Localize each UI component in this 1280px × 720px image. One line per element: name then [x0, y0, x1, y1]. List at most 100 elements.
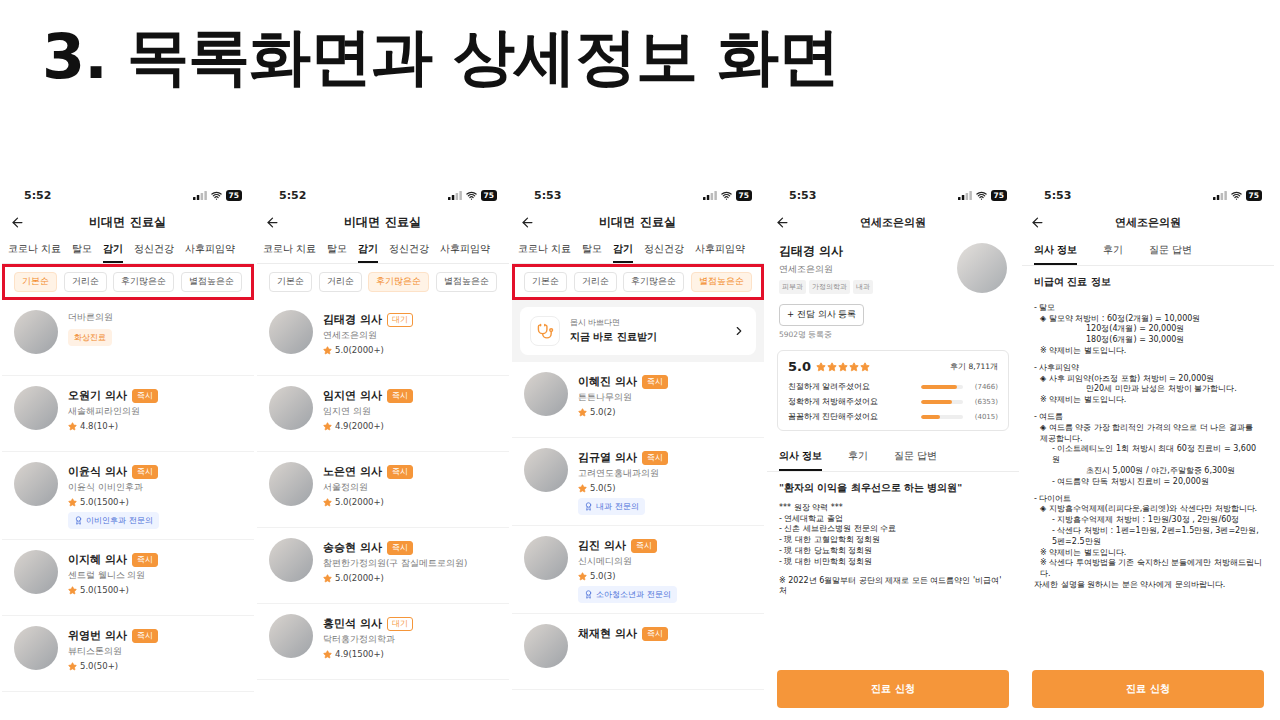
sort-bar: 기본순 거리순 후기많은순 별점높은순 [2, 264, 254, 300]
category-tab[interactable]: 감기 [358, 237, 378, 263]
doctor-item[interactable]: 홍민석 의사대기닥터홍가정의학과4.9(1500+) [257, 604, 509, 680]
hospital-name: 튼튼나무의원 [578, 392, 668, 404]
quick-visit-banner[interactable]: 몹시 바쁘다면지금 바로 진료받기 [520, 307, 756, 355]
back-arrow-icon[interactable] [1030, 215, 1045, 230]
detail-tab[interactable]: 후기 [848, 443, 868, 471]
phone-screen: 5:52 75 비대면 진료실코로나 치료 탈모 감기 정신건강 사후피임약기본순 거리순 후기… [2, 183, 254, 720]
specialty-chip: 내과 전문의 [578, 498, 645, 515]
category-tab[interactable]: 사후피임약 [185, 237, 235, 263]
sort-chip[interactable]: 기본순 [524, 272, 567, 292]
star-icon [323, 574, 332, 583]
category-tab[interactable]: 코로나 치료 [8, 237, 61, 263]
category-tab[interactable]: 탈모 [582, 237, 602, 263]
doctor-item[interactable]: 송승현 의사즉시참편한가정의원(구 잠실메트로의원)5.0(2000+) [257, 528, 509, 604]
register-doctor-button[interactable]: + 전담 의사 등록 [779, 304, 864, 326]
detail-tab[interactable]: 질문 답변 [894, 443, 937, 471]
category-tab[interactable]: 탈모 [72, 237, 92, 263]
sort-chip[interactable]: 별점높은순 [181, 272, 242, 292]
sort-chip[interactable]: 거리순 [64, 272, 107, 292]
apply-button[interactable]: 진료 신청 [1032, 670, 1264, 708]
signal-icon [448, 191, 462, 200]
info-line: ◈ 탈모약 처방비 : 60정(2개월) = 10,000원 [1034, 314, 1262, 325]
doctor-item[interactable]: 김규열 의사즉시고려연도홍내과의원5.0(5)내과 전문의 [512, 438, 764, 526]
doctor-item[interactable]: 이혜진 의사즉시튼튼나무의원5.0(2) [512, 362, 764, 438]
info-line: - 現 대한 비만학회 정회원 [779, 557, 1007, 568]
rating-bar-track [921, 385, 963, 389]
detail-tabs: 의사 정보 후기 질문 답변 [767, 443, 1019, 472]
sort-chip[interactable]: 별점높은순 [691, 272, 752, 292]
status-badge: 즉시 [642, 375, 668, 389]
doctor-photo [14, 310, 58, 354]
status-time: 5:52 [24, 189, 51, 202]
status-bar: 5:5375 [1022, 183, 1274, 207]
status-badge: 즉시 [387, 389, 413, 403]
sort-chip[interactable]: 거리순 [574, 272, 617, 292]
hospital-name: 뷰티스톤의원 [68, 646, 158, 658]
nav-title: 비대면 진료실 [280, 214, 485, 231]
doctor-name: 김진 의사 [578, 538, 626, 553]
category-tab[interactable]: 정신건강 [389, 237, 429, 263]
detail-tab[interactable]: 의사 정보 [1034, 237, 1077, 265]
category-tab[interactable]: 감기 [613, 237, 633, 263]
detail-tab[interactable]: 질문 답변 [1149, 237, 1192, 265]
banner-caption: 몹시 바쁘다면 [570, 318, 722, 328]
doctor-name: 이지혜 의사 [68, 552, 127, 567]
signal-icon [193, 191, 207, 200]
sort-chip[interactable]: 후기많은순 [113, 272, 174, 292]
doctor-item[interactable]: 이윤식 의사즉시이윤식 이비인후과5.0(1500+)이비인후과 전문의 [2, 452, 254, 540]
category-tab[interactable]: 사후피임약 [440, 237, 490, 263]
doctor-item[interactable]: 노은연 의사즉시서울정의원5.0(2000+) [257, 452, 509, 528]
doctor-item[interactable]: 더바른의원화상진료 [2, 300, 254, 376]
wifi-icon [211, 190, 222, 201]
action-area: 진료 신청 [767, 662, 1019, 720]
detail-tab[interactable]: 의사 정보 [779, 443, 822, 471]
doctor-item[interactable]: 임지연 의사즉시임지연 의원4.9(2000+) [257, 376, 509, 452]
info-line: ※ 약제비는 별도입니다. [1034, 395, 1262, 406]
sort-chip[interactable]: 후기많은순 [623, 272, 684, 292]
doctor-item[interactable]: 오원기 의사즉시새솔해피라인의원4.8(10+) [2, 376, 254, 452]
detail-tab[interactable]: 후기 [1103, 237, 1123, 265]
info-line: *** 원장 약력 *** [779, 503, 1007, 514]
doctor-item[interactable]: 이지혜 의사즉시센트럴 웰니스 의원5.0(1500+) [2, 540, 254, 616]
back-arrow-icon[interactable] [775, 215, 790, 230]
doctor-photo [957, 243, 1007, 293]
doctor-item[interactable]: 김진 의사즉시신시메디의원5.0(3)소아청소년과 전문의 [512, 526, 764, 614]
doctor-item[interactable]: 채재현 의사즉시 [512, 614, 764, 690]
sort-chip[interactable]: 기본순 [269, 272, 312, 292]
sort-chip[interactable]: 거리순 [319, 272, 362, 292]
slide: 3. 목록화면과 상세정보 화면5:5275비대면 진료실코로나 치료탈모감기정… [0, 0, 1280, 720]
category-tab[interactable]: 정신건강 [134, 237, 174, 263]
info-line: - 삭센다 처방비 : 1펜=1만원, 2펜=1.5만원, 3펜=2만원, 5펜… [1034, 526, 1262, 548]
specialty-chip: 소아청소년과 전문의 [578, 586, 677, 603]
battery-icon: 75 [481, 190, 497, 201]
chevron-right-icon [732, 324, 746, 338]
category-tab[interactable]: 코로나 치료 [518, 237, 571, 263]
sort-bar: 기본순 거리순 후기많은순 별점높은순 [257, 264, 509, 300]
category-tab[interactable]: 정신건강 [644, 237, 684, 263]
back-arrow-icon[interactable] [10, 215, 25, 230]
hospital-name: 임지연 의원 [323, 406, 413, 418]
apply-button[interactable]: 진료 신청 [777, 670, 1009, 708]
category-tab[interactable]: 탈모 [327, 237, 347, 263]
doctor-name: 이윤식 의사 [68, 464, 127, 479]
doctor-item[interactable]: 위영번 의사즉시뷰티스톤의원5.0(50+) [2, 616, 254, 692]
category-tab[interactable]: 코로나 치료 [263, 237, 316, 263]
star-icon [68, 662, 77, 671]
star-icon [68, 498, 77, 507]
sort-chip[interactable]: 별점높은순 [436, 272, 497, 292]
doctor-item[interactable]: 김태경 의사대기연세조은의원5.0(2000+) [257, 300, 509, 376]
status-icons: 75 [193, 190, 242, 201]
info-line: ◈ 지방흡수억제제(리피다운,올리엣)와 삭센다만 처방합니다. [1034, 504, 1262, 515]
hospital-name: 고려연도홍내과의원 [578, 468, 668, 480]
category-tab[interactable]: 사후피임약 [695, 237, 745, 263]
doctor-photo [524, 536, 568, 580]
nav-bar: 비대면 진료실 [2, 207, 254, 237]
sort-chip[interactable]: 기본순 [14, 272, 57, 292]
back-arrow-icon[interactable] [520, 215, 535, 230]
back-arrow-icon[interactable] [265, 215, 280, 230]
sort-chip[interactable]: 후기많은순 [368, 272, 429, 292]
phone-screen: 5:5275비대면 진료실코로나 치료탈모감기정신건강사후피임약기본순거리순후기… [257, 183, 509, 720]
category-tab[interactable]: 감기 [103, 237, 123, 263]
info-line: - 現 대한 고혈압학회 정회원 [779, 535, 1007, 546]
department-tag: 가정의학과 [809, 280, 850, 294]
